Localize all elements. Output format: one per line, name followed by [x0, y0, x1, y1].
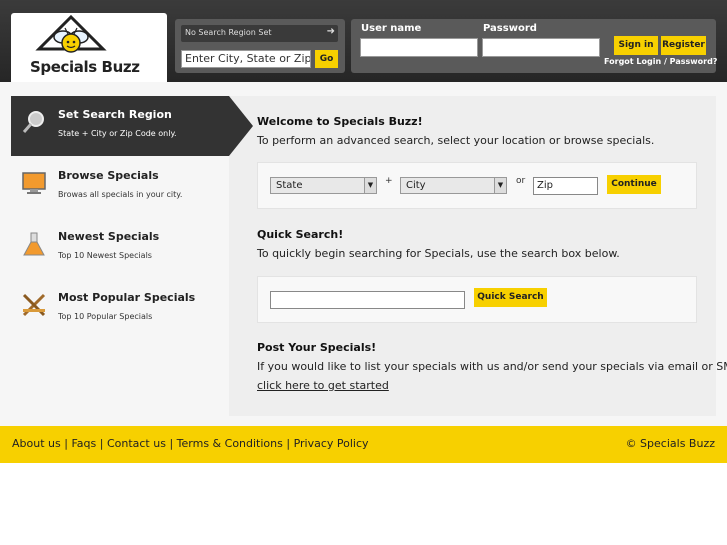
footer-link-terms[interactable]: Terms & Conditions	[177, 437, 283, 450]
or-separator: or	[516, 176, 526, 186]
page-bottom	[0, 463, 727, 545]
header: Specials Buzz No Search Region Set ➜ Ent…	[0, 0, 727, 82]
arrow-right-icon: ➜	[326, 26, 335, 37]
sidebar-item-title: Newest Specials	[58, 230, 160, 243]
sidebar: Set Search Region State + City or Zip Co…	[11, 96, 253, 416]
state-select[interactable]: State ▼	[270, 177, 377, 194]
sidebar-item-most-popular-specials[interactable]: Most Popular Specials Top 10 Popular Spe…	[11, 279, 253, 339]
register-button[interactable]: Register	[661, 36, 706, 55]
bee-logo-icon	[35, 15, 107, 53]
post-specials-title: Post Your Specials!	[257, 341, 377, 354]
password-field[interactable]	[482, 38, 600, 57]
signin-button[interactable]: Sign in	[614, 36, 658, 55]
search-region-panel: No Search Region Set ➜ Enter City, State…	[175, 19, 345, 73]
go-button[interactable]: Go	[315, 50, 338, 68]
sidebar-item-desc: State + City or Zip Code only.	[58, 129, 177, 138]
flask-icon	[23, 232, 45, 256]
magnifier-icon	[22, 111, 44, 133]
quick-search-input[interactable]	[270, 291, 465, 309]
quick-search-text: To quickly begin searching for Specials,…	[257, 247, 620, 260]
quick-search-title: Quick Search!	[257, 228, 344, 241]
footer-separator: |	[64, 437, 68, 450]
city-search-input[interactable]: Enter City, State or Zip	[181, 50, 311, 68]
post-specials-text: If you would like to list your specials …	[257, 360, 727, 373]
plus-separator: +	[385, 176, 393, 186]
logo[interactable]: Specials Buzz	[11, 13, 167, 82]
password-label: Password	[483, 23, 537, 34]
username-label: User name	[361, 23, 422, 34]
logo-text: Specials Buzz	[30, 58, 140, 76]
footer: About us | Faqs | Contact us | Terms & C…	[0, 426, 727, 463]
zip-field[interactable]: Zip	[533, 177, 598, 195]
active-item-background	[11, 96, 253, 156]
forgot-login-link[interactable]: Forgot Login / Password?	[604, 57, 717, 66]
continue-button[interactable]: Continue	[607, 175, 661, 194]
get-started-link[interactable]: click here to get started	[257, 379, 389, 392]
sidebar-item-desc: Browas all specials in your city.	[58, 190, 183, 199]
login-panel: User name Password Sign in Register Forg…	[351, 19, 717, 73]
footer-links: About us | Faqs | Contact us | Terms & C…	[12, 437, 369, 450]
copyright: © Specials Buzz	[625, 437, 715, 450]
quick-search-panel: Quick Search	[257, 276, 697, 323]
monitor-icon	[22, 172, 46, 194]
footer-separator: |	[286, 437, 291, 450]
region-status: No Search Region Set	[185, 28, 272, 37]
footer-link-contact-us[interactable]: Contact us	[107, 437, 166, 450]
city-select-label: City	[406, 180, 426, 191]
footer-link-about-us[interactable]: About us	[12, 437, 61, 450]
page: Specials Buzz No Search Region Set ➜ Ent…	[0, 0, 727, 545]
sidebar-item-set-search-region[interactable]: Set Search Region State + City or Zip Co…	[11, 96, 253, 156]
footer-separator: |	[99, 437, 104, 450]
sidebar-item-title: Most Popular Specials	[58, 291, 196, 304]
advanced-search-panel: State ▼ + City ▼ or Zip Continue	[257, 162, 697, 209]
chevron-down-icon: ▼	[494, 178, 506, 193]
tools-icon	[22, 293, 46, 317]
sidebar-item-title: Browse Specials	[58, 169, 159, 182]
footer-link-privacy[interactable]: Privacy Policy	[294, 437, 369, 450]
sidebar-item-browse-specials[interactable]: Browse Specials Browas all specials in y…	[11, 157, 253, 217]
main-content: Welcome to Specials Buzz! To perform an …	[229, 96, 727, 416]
state-select-label: State	[276, 180, 303, 191]
footer-link-faqs[interactable]: Faqs	[71, 437, 96, 450]
username-field[interactable]	[360, 38, 478, 57]
sidebar-item-title: Set Search Region	[58, 108, 172, 121]
sidebar-item-desc: Top 10 Popular Specials	[58, 312, 153, 321]
sidebar-item-newest-specials[interactable]: Newest Specials Top 10 Newest Specials	[11, 218, 253, 278]
welcome-text: To perform an advanced search, select yo…	[257, 134, 655, 147]
quick-search-button[interactable]: Quick Search	[474, 288, 547, 307]
region-selector[interactable]: No Search Region Set ➜	[181, 25, 338, 42]
footer-separator: |	[169, 437, 174, 450]
sidebar-item-desc: Top 10 Newest Specials	[58, 251, 152, 260]
chevron-down-icon: ▼	[364, 178, 376, 193]
city-select[interactable]: City ▼	[400, 177, 507, 194]
welcome-title: Welcome to Specials Buzz!	[257, 115, 423, 128]
